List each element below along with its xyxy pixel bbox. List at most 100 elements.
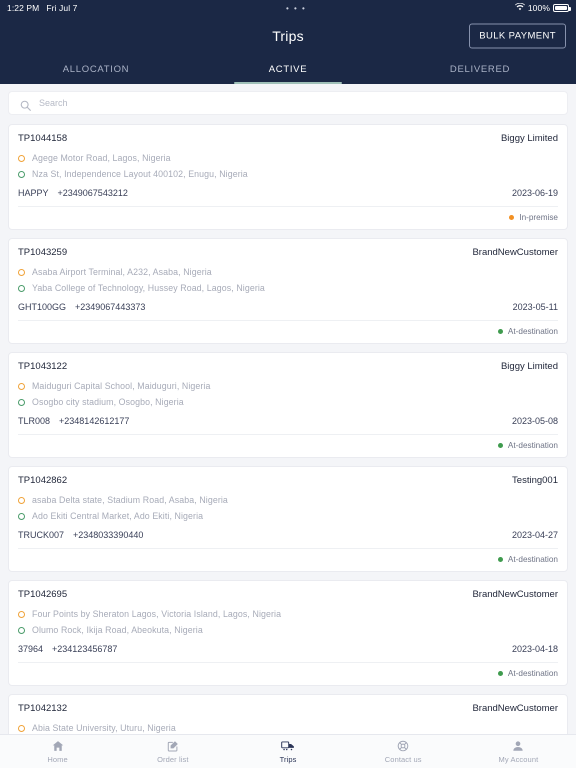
page-title: Trips <box>272 28 304 44</box>
origin-marker-icon <box>18 154 25 162</box>
trip-card-header: TP1042862 Testing001 <box>18 467 558 492</box>
destination-marker-icon <box>18 284 25 292</box>
trip-date: 2023-05-08 <box>511 416 558 426</box>
trip-customer: Biggy Limited <box>500 133 558 144</box>
nav-label-my-account: My Account <box>498 754 539 764</box>
status-dot-icon <box>497 443 503 448</box>
destination-address: Osogbo city stadium, Osogbo, Nigeria <box>32 397 184 407</box>
trip-origin: Maiduguri Capital School, Maiduguri, Nig… <box>18 378 558 394</box>
status-badge: At-destination <box>497 441 558 450</box>
status-dot-icon <box>509 215 515 220</box>
trip-status-row: At-destination <box>18 662 558 685</box>
nav-label-contact-us: Contact us <box>384 754 422 764</box>
trip-destination: Osogbo city stadium, Osogbo, Nigeria <box>18 394 558 410</box>
trip-meta: TLR008 +2348142612177 2023-05-08 <box>18 410 558 434</box>
trip-customer: BrandNewCustomer <box>472 589 558 600</box>
origin-marker-icon <box>18 268 25 276</box>
nav-label-trips: Trips <box>279 754 297 764</box>
nav-item-contact-us[interactable]: Contact us <box>346 735 461 768</box>
origin-address: Agege Motor Road, Lagos, Nigeria <box>32 153 171 163</box>
trip-card[interactable]: TP1043259 BrandNewCustomer Asaba Airport… <box>8 238 568 344</box>
home-icon <box>52 740 64 753</box>
trip-customer: Testing001 <box>512 475 558 486</box>
status-bar-center: • • • <box>78 4 515 13</box>
trip-origin: Agege Motor Road, Lagos, Nigeria <box>18 150 558 166</box>
trip-vehicle-contact: HAPPY +2349067543212 <box>18 188 128 198</box>
trip-meta: 37964 +234123456787 2023-04-18 <box>18 638 558 662</box>
trip-id: TP1043122 <box>18 361 68 372</box>
origin-address: Asaba Airport Terminal, A232, Asaba, Nig… <box>32 267 212 277</box>
trip-id: TP1042695 <box>18 589 68 600</box>
status-label: At-destination <box>507 327 558 336</box>
status-bar-dots: • • • <box>286 3 307 13</box>
status-label: At-destination <box>507 441 558 450</box>
trip-status-row: In-premise <box>18 206 558 229</box>
trip-date: 2023-04-18 <box>511 644 558 654</box>
trip-vehicle-contact: 37964 +234123456787 <box>18 644 117 654</box>
search-icon <box>20 98 31 111</box>
person-icon <box>512 740 524 753</box>
header-tabs: ALLOCATION ACTIVE DELIVERED <box>0 56 576 84</box>
trip-meta: GHT100GG +2349067443373 2023-05-11 <box>18 296 558 320</box>
nav-item-trips[interactable]: Trips <box>230 735 345 768</box>
nav-label-home: Home <box>47 754 68 764</box>
trip-customer: Biggy Limited <box>500 361 558 372</box>
tab-active[interactable]: ACTIVE <box>192 56 384 84</box>
tab-allocation[interactable]: ALLOCATION <box>0 56 192 84</box>
app-root: 1:22 PM Fri Jul 7 • • • 100% Trips BULK … <box>0 0 576 768</box>
status-dot-icon <box>497 671 503 676</box>
status-bar-left: 1:22 PM Fri Jul 7 <box>7 3 78 13</box>
header-bar: Trips BULK PAYMENT <box>0 16 576 56</box>
edit-square-icon <box>167 740 179 753</box>
search-input[interactable] <box>39 98 556 108</box>
destination-marker-icon <box>18 512 25 520</box>
search-bar[interactable] <box>8 91 568 115</box>
nav-item-home[interactable]: Home <box>0 735 115 768</box>
destination-marker-icon <box>18 626 25 634</box>
origin-marker-icon <box>18 496 25 504</box>
trip-vehicle-contact: TLR008 +2348142612177 <box>18 416 129 426</box>
trip-card[interactable]: TP1043122 Biggy Limited Maiduguri Capita… <box>8 352 568 458</box>
trip-customer: BrandNewCustomer <box>472 247 558 258</box>
trip-card[interactable]: TP1044158 Biggy Limited Agege Motor Road… <box>8 124 568 230</box>
status-dot-icon <box>497 557 503 562</box>
status-badge: In-premise <box>509 213 558 222</box>
origin-marker-icon <box>18 610 25 618</box>
trip-id: TP1042862 <box>18 475 68 486</box>
origin-marker-icon <box>18 724 25 732</box>
destination-marker-icon <box>18 398 25 406</box>
trip-card-header: TP1042132 BrandNewCustomer <box>18 695 558 720</box>
trip-card-header: TP1042695 BrandNewCustomer <box>18 581 558 606</box>
trip-cards: TP1044158 Biggy Limited Agege Motor Road… <box>8 124 568 768</box>
destination-address: Olumo Rock, Ikija Road, Abeokuta, Nigeri… <box>32 625 203 635</box>
nav-item-my-account[interactable]: My Account <box>461 735 576 768</box>
wifi-icon <box>514 2 525 13</box>
trip-phone: +2349067543212 <box>57 188 128 198</box>
destination-address: Ado Ekiti Central Market, Ado Ekiti, Nig… <box>32 511 204 521</box>
trip-card[interactable]: TP1042862 Testing001 asaba Delta state, … <box>8 466 568 572</box>
trip-card[interactable]: TP1042695 BrandNewCustomer Four Points b… <box>8 580 568 686</box>
battery-percent-label: 100% <box>527 3 550 13</box>
bulk-payment-button[interactable]: BULK PAYMENT <box>469 23 566 49</box>
nav-item-order-list[interactable]: Order list <box>115 735 230 768</box>
status-label: At-destination <box>507 669 558 678</box>
battery-full-icon <box>553 4 571 12</box>
trip-destination: Yaba College of Technology, Hussey Road,… <box>18 280 558 296</box>
trip-destination: Nza St, Independence Layout 400102, Enug… <box>18 166 558 182</box>
trip-status-row: At-destination <box>18 548 558 571</box>
destination-marker-icon <box>18 170 25 178</box>
trip-origin: Asaba Airport Terminal, A232, Asaba, Nig… <box>18 264 558 280</box>
trip-vehicle: HAPPY <box>18 188 49 198</box>
tab-delivered[interactable]: DELIVERED <box>384 56 576 84</box>
destination-address: Nza St, Independence Layout 400102, Enug… <box>32 169 248 179</box>
trip-id: TP1044158 <box>18 133 68 144</box>
trip-meta: TRUCK007 +2348033390440 2023-04-27 <box>18 524 558 548</box>
trip-phone: +2349067443373 <box>75 302 146 312</box>
tab-active-label: ACTIVE <box>268 63 308 75</box>
status-bar-right: 100% <box>514 2 571 13</box>
trip-customer: BrandNewCustomer <box>472 703 558 714</box>
trips-list-container: TP1044158 Biggy Limited Agege Motor Road… <box>0 84 576 768</box>
nav-label-order-list: Order list <box>157 754 189 764</box>
trip-origin: Four Points by Sheraton Lagos, Victoria … <box>18 606 558 622</box>
trip-phone: +2348142612177 <box>59 416 130 426</box>
